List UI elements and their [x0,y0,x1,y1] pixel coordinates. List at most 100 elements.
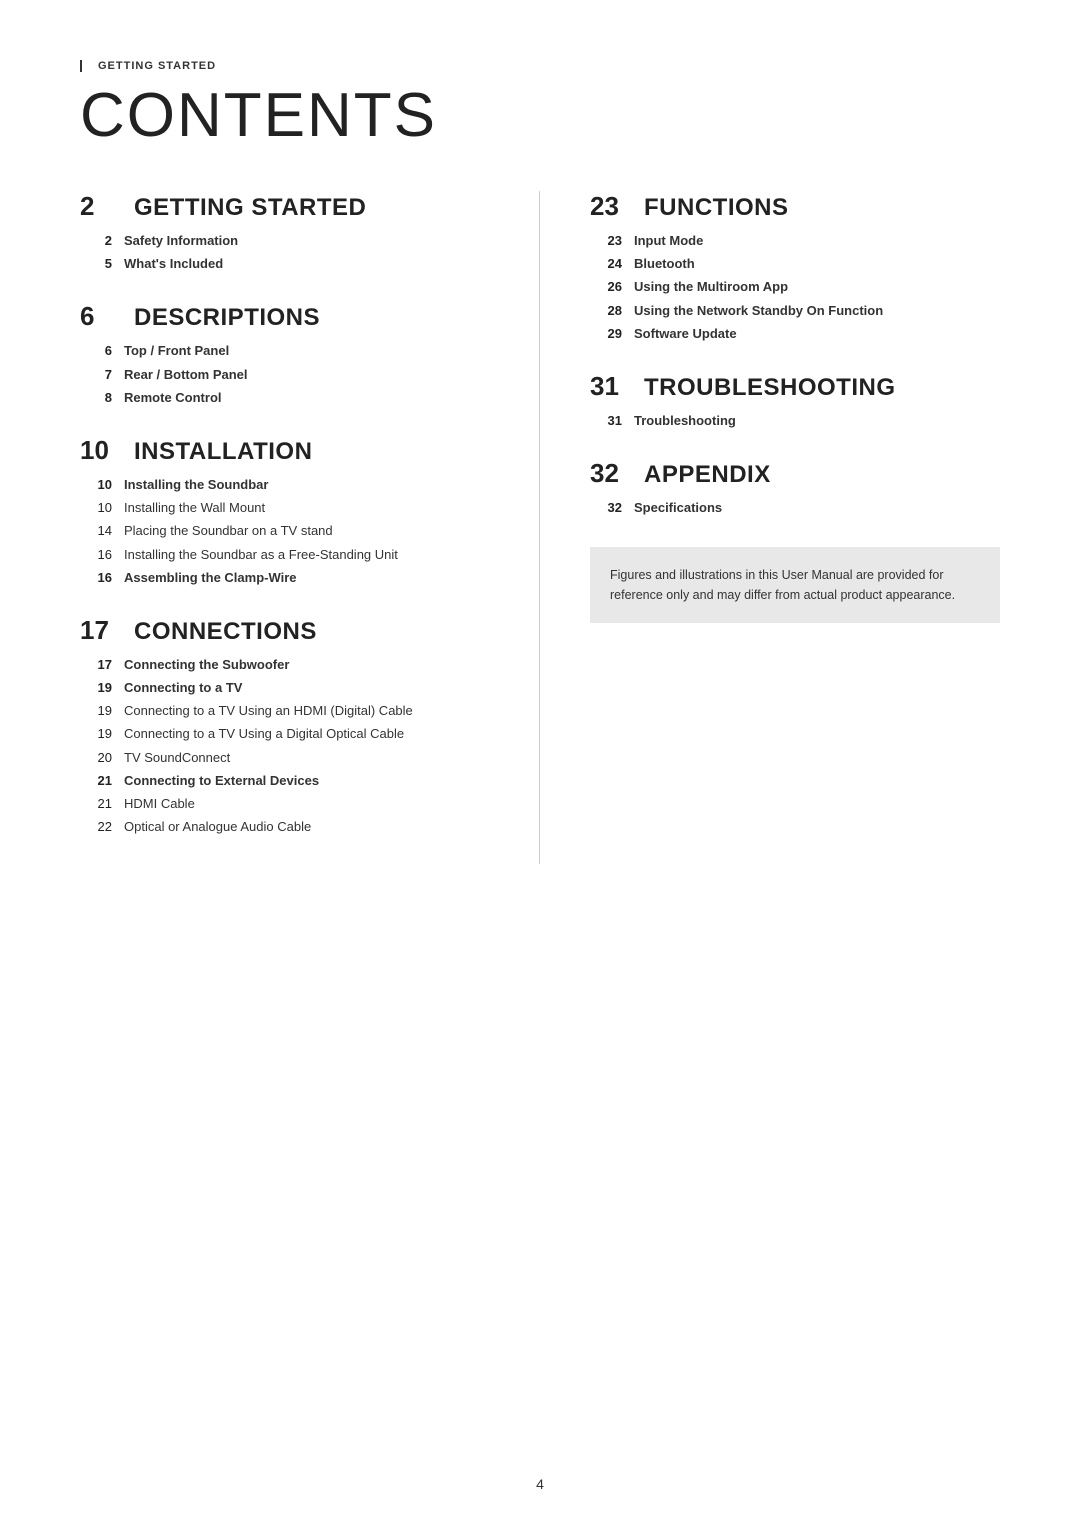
toc-item: 17Connecting the Subwoofer [80,656,499,674]
toc-section: 17 CONNECTIONS 17Connecting the Subwoofer 1… [80,615,499,837]
section-title: APPENDIX [644,461,771,489]
toc-item-number: 2 [84,233,112,248]
toc-item-number: 23 [594,233,622,248]
toc-item: 28 Using the Network Standby On Function [590,302,1000,320]
section-header: 10 INSTALLATION [80,435,499,466]
section-header: 23 FUNCTIONS [590,191,1000,222]
toc-item-label: Input Mode [634,232,703,250]
toc-item-label: Optical or Analogue Audio Cable [124,818,311,836]
toc-item-number: 8 [84,390,112,405]
toc-section: 23FUNCTIONS23Input Mode24Bluetooth26Usin… [590,191,1000,343]
toc-item-label: Placing the Soundbar on a TV stand [124,522,333,540]
toc-item: 29 Software Update [590,325,1000,343]
section-number: 10 [80,435,120,466]
toc-item-label: Software Update [634,325,737,343]
section-title: CONNECTIONS [134,618,317,646]
section-title: FUNCTIONS [644,194,789,222]
toc-item-number: 16 [84,547,112,562]
toc-item: 5 What's Included [80,255,499,273]
toc-item: 26 Using the Multiroom App [590,278,1000,296]
toc-item: 32 Specifications [590,499,1000,517]
toc-item-number: 6 [84,343,112,358]
toc-section: 2GETTING STARTED2Safety Information5What… [80,191,499,273]
toc-item: 19 Connecting to a TV [80,679,499,697]
right-column: 23FUNCTIONS23Input Mode24Bluetooth26Usin… [540,191,1000,864]
toc-item-label: Using the Network Standby On Function [634,302,883,320]
section-title: DESCRIPTIONS [134,304,320,332]
toc-item: 19 Connecting to a TV Using a Digital Opt… [80,725,499,743]
toc-item: 22Optical or Analogue Audio Cable [80,818,499,836]
toc-item-number: 10 [84,500,112,515]
toc-section: 32APPENDIX32Specifications [590,458,1000,517]
toc-item: 6 Top / Front Panel [80,342,499,360]
toc-item-number: 32 [594,500,622,515]
toc-section: 10INSTALLATION10Installing the Soundbar1… [80,435,499,587]
toc-item-label: Remote Control [124,389,222,407]
page-title: CONTENTS [80,80,1000,151]
section-number: 23 [590,191,630,222]
toc-item-label: Top / Front Panel [124,342,229,360]
toc-item-label: TV SoundConnect [124,749,230,767]
toc-item-number: 5 [84,256,112,271]
toc-item: 16Installing the Soundbar as a Free-Stan… [80,546,499,564]
toc-item-label: Connecting to a TV Using a Digital Optic… [124,725,404,743]
left-column: 2GETTING STARTED2Safety Information5What… [80,191,540,864]
note-box: Figures and illustrations in this User M… [590,547,1000,623]
toc-item: 21 Connecting to External Devices [80,772,499,790]
toc-item: 10 Installing the Wall Mount [80,499,499,517]
toc-item-label: HDMI Cable [124,795,195,813]
toc-item: 7 Rear / Bottom Panel [80,366,499,384]
toc-item-label: Troubleshooting [634,412,736,430]
section-header: 32 APPENDIX [590,458,1000,489]
section-title: INSTALLATION [134,438,312,466]
toc-section: 6DESCRIPTIONS6Top / Front Panel7Rear / B… [80,301,499,407]
toc-item-label: Using the Multiroom App [634,278,788,296]
toc-item-number: 19 [84,726,112,741]
toc-item-number: 26 [594,279,622,294]
toc-item: 21 HDMI Cable [80,795,499,813]
toc-item-number: 21 [84,796,112,811]
toc-item-label: Installing the Soundbar [124,476,268,494]
toc-item: 10 Installing the Soundbar [80,476,499,494]
toc-item-number: 31 [594,413,622,428]
section-number: 6 [80,301,120,332]
toc-item-number: 19 [84,703,112,718]
section-title: GETTING STARTED [134,194,366,222]
toc-item-number: 20 [84,750,112,765]
toc-item-number: 29 [594,326,622,341]
section-number: 2 [80,191,120,222]
toc-item: 2 Safety Information [80,232,499,250]
top-label: GETTING STARTED [80,60,1000,72]
toc-section: 31TROUBLESHOOTING31Troubleshooting [590,371,1000,430]
toc-item-number: 7 [84,367,112,382]
toc-item-label: Rear / Bottom Panel [124,366,248,384]
toc-item-number: 19 [84,680,112,695]
toc-columns: 2GETTING STARTED2Safety Information5What… [80,191,1000,864]
toc-item-label: Connecting the Subwoofer [124,656,289,674]
toc-item: 31 Troubleshooting [590,412,1000,430]
section-number: 32 [590,458,630,489]
toc-item-label: Connecting to External Devices [124,772,319,790]
toc-item: 19 Connecting to a TV Using an HDMI (Digi… [80,702,499,720]
toc-item: 8 Remote Control [80,389,499,407]
toc-item-number: 21 [84,773,112,788]
toc-item-label: What's Included [124,255,223,273]
section-number: 17 [80,615,120,646]
page-container: GETTING STARTED CONTENTS 2 GETTING STARTE… [0,0,1080,1532]
section-title: TROUBLESHOOTING [644,374,896,402]
toc-item-label: Safety Information [124,232,238,250]
toc-item-number: 14 [84,523,112,538]
section-number: 31 [590,371,630,402]
toc-item-label: Installing the Wall Mount [124,499,265,517]
section-header: 31 TROUBLESHOOTING [590,371,1000,402]
toc-item-number: 10 [84,477,112,492]
toc-item: 20 TV SoundConnect [80,749,499,767]
toc-item: 23 Input Mode [590,232,1000,250]
page-number: 4 [536,1476,544,1492]
toc-item-label: Assembling the Clamp-Wire [124,569,297,587]
toc-item-label: Connecting to a TV [124,679,242,697]
section-header: 17 CONNECTIONS [80,615,499,646]
toc-item-number: 28 [594,303,622,318]
toc-item-label: Connecting to a TV Using an HDMI (Digita… [124,702,413,720]
toc-item-label: Specifications [634,499,722,517]
